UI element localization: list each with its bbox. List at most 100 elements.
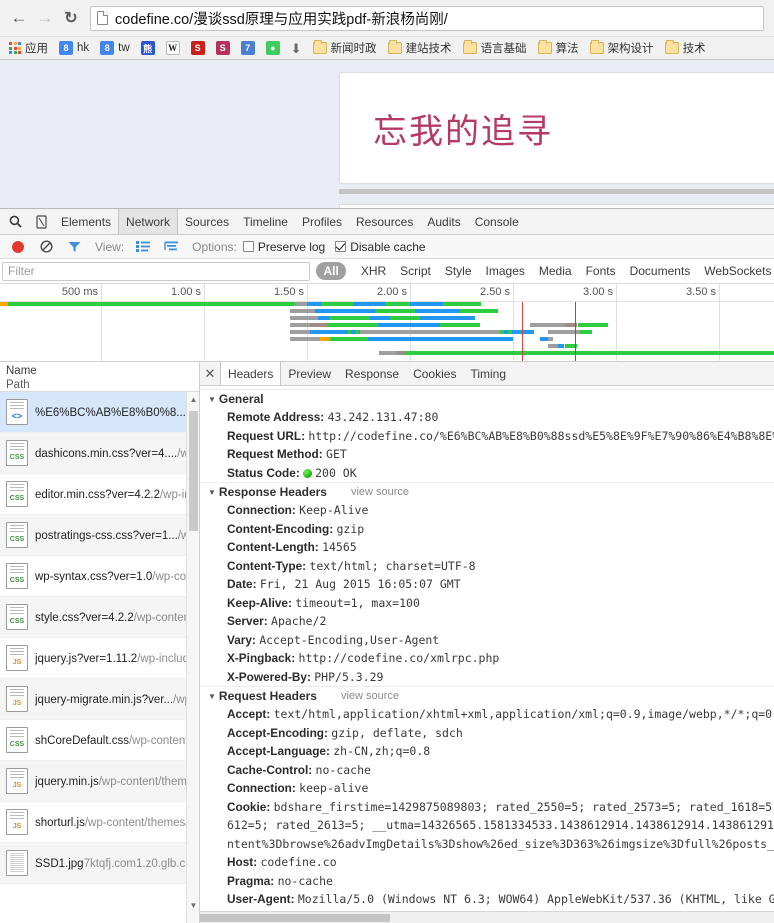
address-bar[interactable]: codefine.co/漫谈ssd原理与应用实践pdf-新浪杨尚刚/	[90, 6, 764, 31]
bookmark-技术[interactable]: 技术	[660, 39, 711, 58]
bookmark-wechat-favicon[interactable]: ●	[261, 39, 285, 58]
scroll-down-arrow-icon[interactable]: ▼	[187, 898, 199, 913]
view-source-link[interactable]: view source	[351, 486, 409, 498]
header-value: ntent%3Dbrowse%26advImgDetails%3Dshow%26…	[227, 837, 774, 851]
detail-tab-response[interactable]: Response	[338, 362, 406, 385]
header-value: http://codefine.co/xmlrpc.php	[299, 651, 500, 665]
forward-arrow-icon[interactable]: →	[32, 5, 58, 31]
panel-tab-network[interactable]: Network	[118, 209, 178, 234]
view-source-link[interactable]: view source	[341, 690, 399, 702]
panel-tab-resources[interactable]: Resources	[349, 209, 420, 234]
scroll-up-arrow-icon[interactable]: ▲	[187, 392, 199, 407]
header-row: X-Powered-By: PHP/5.3.29	[200, 668, 774, 687]
detail-tab-cookies[interactable]: Cookies	[406, 362, 463, 385]
type-filter-script[interactable]: Script	[393, 262, 438, 280]
request-row[interactable]: CSSpostratings-css.css?ver=1.../wp-conte…	[0, 515, 199, 556]
type-filter-images[interactable]: Images	[479, 262, 532, 280]
bookmark-应用[interactable]: 应用	[4, 39, 53, 58]
request-list: Name Path <>%E6%BC%AB%E8%B0%8...CSSdashi…	[0, 362, 200, 923]
waterfall-segment	[370, 316, 390, 320]
bookmark-calendar-favicon[interactable]: 7	[236, 39, 260, 58]
bookmark-baidu-favicon[interactable]: 熊	[136, 39, 160, 58]
bookmark-label: hk	[77, 42, 89, 54]
bookmark-新闻时政[interactable]: 新闻时政	[308, 39, 382, 58]
list-view-icon[interactable]	[130, 235, 156, 259]
request-path: /wp-content/themes/the...	[85, 817, 199, 829]
type-filter-media[interactable]: Media	[532, 262, 579, 280]
horizontal-scrollbar[interactable]	[200, 911, 774, 923]
back-arrow-icon[interactable]: ←	[6, 5, 32, 31]
bookmark-download-arrow-icon[interactable]: ⬇	[286, 39, 307, 58]
type-filter-websockets[interactable]: WebSockets	[697, 262, 774, 280]
header-value: Mozilla/5.0 (Windows NT 6.3; WOW64) Appl…	[298, 892, 774, 906]
headers-section-title[interactable]: ▼Request Headersview source	[200, 686, 774, 705]
timeline-tick-label: 1.00 s	[171, 286, 204, 298]
headers-section-title[interactable]: ▼General	[200, 389, 774, 408]
detail-tab-preview[interactable]: Preview	[281, 362, 338, 385]
record-circle-icon[interactable]	[5, 235, 31, 259]
url-text: codefine.co/漫谈ssd原理与应用实践pdf-新浪杨尚刚/	[115, 8, 448, 29]
type-filter-documents[interactable]: Documents	[623, 262, 698, 280]
request-row[interactable]: CSSstyle.css?ver=4.2.2/wp-content/themes…	[0, 597, 199, 638]
headers-section-title[interactable]: ▼Response Headersview source	[200, 482, 774, 501]
request-row[interactable]: JSjquery-migrate.min.js?ver.../wp-includ…	[0, 679, 199, 720]
folder-icon	[313, 42, 327, 54]
bookmark-sina-favicon[interactable]: S	[186, 39, 210, 58]
header-key: Cache-Control:	[227, 763, 312, 777]
request-row[interactable]: CSSeditor.min.css?ver=4.2.2/wp-includes/…	[0, 474, 199, 515]
type-filter-xhr[interactable]: XHR	[354, 262, 393, 280]
css-file-icon: CSS	[6, 604, 28, 630]
request-text: %E6%BC%AB%E8%B0%8...	[35, 405, 186, 420]
request-name: wp-syntax.css?ver=1.0	[35, 571, 152, 583]
scrollbar-thumb[interactable]	[189, 411, 198, 531]
chevron-down-icon: ▼	[208, 395, 216, 404]
disable-cache-checkbox[interactable]: Disable cache	[335, 240, 425, 254]
waterfall-bars	[0, 302, 774, 361]
bookmark-label: 技术	[683, 40, 706, 56]
bookmark-架构设计[interactable]: 架构设计	[585, 39, 659, 58]
request-row[interactable]: CSSwp-syntax.css?ver=1.0/wp-content/plug…	[0, 556, 199, 597]
timeline-view-icon[interactable]	[158, 235, 184, 259]
bookmark-语言基础[interactable]: 语言基础	[458, 39, 532, 58]
filter-input[interactable]: Filter	[2, 262, 310, 281]
request-row[interactable]: JSjquery.min.js/wp-content/themes/the...	[0, 761, 199, 802]
bookmark-建站技术[interactable]: 建站技术	[383, 39, 457, 58]
panel-tab-audits[interactable]: Audits	[420, 209, 467, 234]
bookmark-wikipedia-favicon[interactable]: W	[161, 39, 185, 58]
clear-no-entry-icon[interactable]	[33, 235, 59, 259]
request-list-scrollbar[interactable]: ▲ ▼	[186, 392, 199, 923]
panel-tab-sources[interactable]: Sources	[178, 209, 236, 234]
type-filter-all[interactable]: All	[316, 262, 345, 280]
column-header-name[interactable]: Name	[6, 364, 193, 378]
request-row[interactable]: <>%E6%BC%AB%E8%B0%8...	[0, 392, 199, 433]
panel-tab-console[interactable]: Console	[468, 209, 526, 234]
request-name: shorturl.js	[35, 817, 85, 829]
request-row[interactable]: CSSshCoreDefault.css/wp-content/plugins/…	[0, 720, 199, 761]
type-filter-fonts[interactable]: Fonts	[579, 262, 623, 280]
panel-tab-profiles[interactable]: Profiles	[295, 209, 349, 234]
column-header-path[interactable]: Path	[6, 378, 193, 392]
request-row[interactable]: SSD1.jpg7ktqfj.com1.z0.glb.cloud...	[0, 843, 199, 884]
css-file-icon: CSS	[6, 563, 28, 589]
bookmark-hk[interactable]: 8hk	[54, 39, 94, 58]
request-name: postratings-css.css?ver=1...	[35, 530, 178, 542]
request-row[interactable]: CSSdashicons.min.css?ver=4..../wp-includ…	[0, 433, 199, 474]
type-filter-style[interactable]: Style	[438, 262, 479, 280]
detail-tab-headers[interactable]: Headers	[220, 362, 281, 385]
inspect-magnifier-icon[interactable]	[2, 210, 28, 234]
panel-tab-elements[interactable]: Elements	[54, 209, 118, 234]
bookmark-算法[interactable]: 算法	[533, 39, 584, 58]
request-row[interactable]: JSjquery.js?ver=1.11.2/wp-includes/js/jq…	[0, 638, 199, 679]
panel-tab-timeline[interactable]: Timeline	[236, 209, 295, 234]
funnel-filter-icon[interactable]	[61, 235, 87, 259]
request-row[interactable]: JSshorturl.js/wp-content/themes/the...	[0, 802, 199, 843]
calendar-favicon: 7	[241, 41, 255, 55]
reload-icon[interactable]: ↻	[58, 5, 84, 31]
bookmark-s-favicon[interactable]: S	[211, 39, 235, 58]
close-icon[interactable]: ✕	[200, 362, 220, 386]
bookmark-tw[interactable]: 8tw	[95, 39, 135, 58]
device-toggle-icon[interactable]	[28, 210, 54, 234]
detail-tab-timing[interactable]: Timing	[463, 362, 513, 385]
preserve-log-checkbox[interactable]: Preserve log	[243, 240, 325, 254]
hscrollbar-thumb[interactable]	[200, 914, 390, 922]
